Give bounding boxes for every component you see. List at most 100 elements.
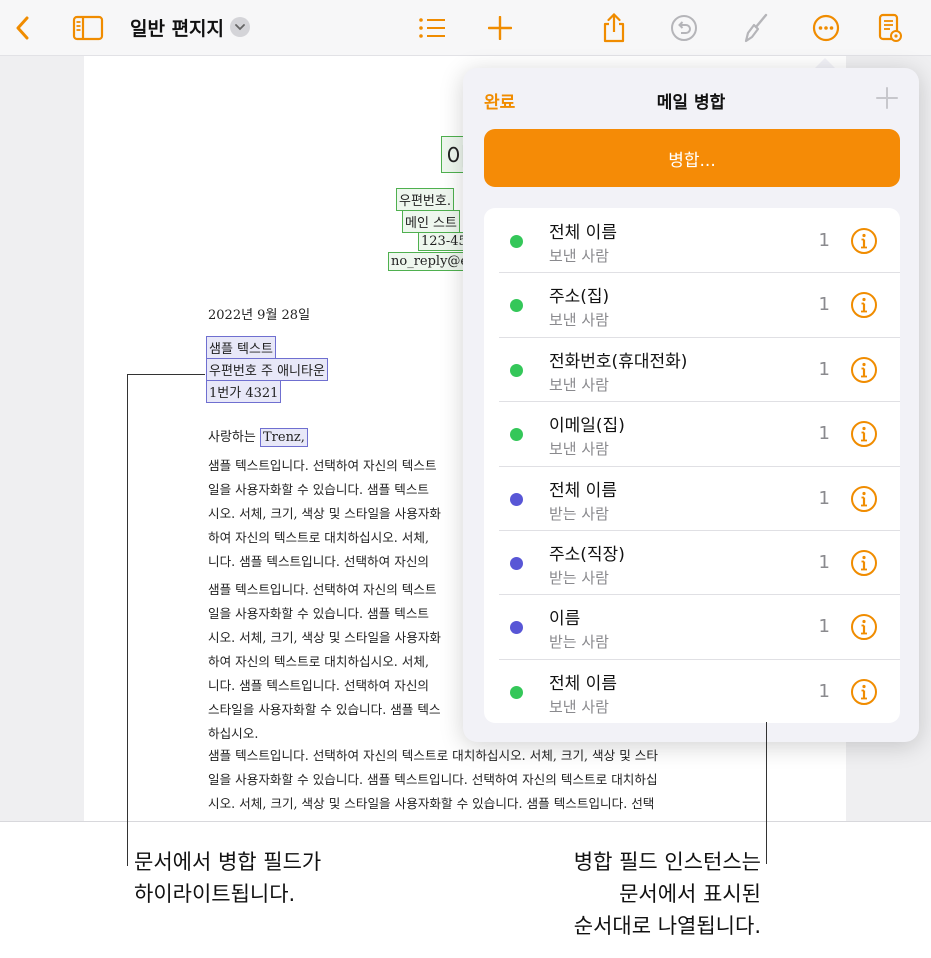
title-menu-button[interactable] <box>230 17 250 37</box>
merge-field-row[interactable]: 전체 이름받는 사람 1 <box>484 465 900 530</box>
field-count: 1 <box>818 294 830 316</box>
merge-field-row[interactable]: 전체 이름 보낸 사람 1 <box>484 658 900 723</box>
format-brush-button[interactable] <box>738 10 774 46</box>
body-paragraph[interactable]: 샘플 텍스트입니다. 선택하여 자신의 텍스트로 대치하십시오. 서체, 크기,… <box>208 744 728 821</box>
field-count: 1 <box>818 358 830 380</box>
field-status-dot <box>510 492 523 506</box>
field-name: 전화번호(휴대전화) <box>549 351 688 372</box>
done-button[interactable]: 완료 <box>484 88 515 113</box>
field-count: 1 <box>818 551 830 573</box>
field-status-dot <box>510 299 523 313</box>
more-button[interactable] <box>808 10 844 46</box>
info-button[interactable] <box>850 485 878 513</box>
field-source: 보낸 사람 <box>549 375 609 394</box>
field-source: 받는 사람 <box>549 568 609 587</box>
field-count: 1 <box>818 680 830 702</box>
merge-field-row[interactable]: 주소(집) 보낸 사람 1 <box>484 272 900 336</box>
field-count: 1 <box>818 616 830 638</box>
field-source: 보낸 사람 <box>549 697 609 716</box>
merge-field-recipient-address[interactable]: 우편번호 주 애니타운 <box>206 358 328 381</box>
caption-line: 문서에서 표시된 <box>619 882 761 906</box>
plus-icon <box>488 16 512 40</box>
merge-field-row[interactable]: 이름받는 사람 1 <box>484 594 900 658</box>
merge-field-row[interactable]: 이메일(집) 보낸 사람 1 <box>484 401 900 465</box>
field-source: 보낸 사람 <box>549 440 609 459</box>
info-button[interactable] <box>850 356 878 384</box>
field-status-dot <box>510 363 523 377</box>
info-icon <box>851 356 877 383</box>
merge-field-recipient-name[interactable]: 샘플 텍스트 <box>206 336 276 359</box>
document-title[interactable]: 일반 편지지 <box>130 14 224 41</box>
format-list-button[interactable] <box>414 10 450 46</box>
callout-line-left <box>127 374 128 866</box>
merge-field-row[interactable]: 전화번호(휴대전화) 보낸 사람 1 <box>484 336 900 401</box>
sidebar-button[interactable] <box>70 10 106 46</box>
info-icon <box>851 549 877 576</box>
field-status-dot <box>510 685 523 699</box>
field-status-dot <box>510 621 523 635</box>
merge-field-sender-address[interactable]: 우편번호. <box>396 188 454 211</box>
field-status-dot <box>510 235 523 248</box>
field-source: 받는 사람 <box>549 633 609 652</box>
back-button[interactable] <box>4 10 40 46</box>
merge-field-sender-phone[interactable]: 123-45 <box>418 232 470 251</box>
field-source: 보낸 사람 <box>549 311 609 330</box>
greeting-text: 사랑하는 <box>208 430 260 445</box>
merge-field-recipient-first-name[interactable]: Trenz, <box>259 428 308 447</box>
merge-field-sender-email[interactable]: no_reply@e <box>388 252 472 271</box>
merge-field-row[interactable]: 전체 이름 보낸 사람 1 <box>484 208 900 272</box>
field-name: 전체 이름 <box>549 480 617 501</box>
add-field-button[interactable] <box>875 86 899 110</box>
undo-icon <box>671 15 697 41</box>
pages-window: 일반 편지지 이 우편번호. 메인 스트 123-45 no_reply@e 2… <box>0 0 931 822</box>
field-count: 1 <box>818 487 830 509</box>
plus-icon <box>876 87 898 109</box>
greeting: 사랑하는 Trenz, <box>208 426 308 447</box>
info-button[interactable] <box>850 678 878 706</box>
reading-view-button[interactable] <box>872 10 908 46</box>
info-icon <box>851 614 877 641</box>
info-icon <box>851 228 877 254</box>
mail-merge-popover: 메일 병합 완료 병합... 전체 이름 보낸 사람 1 주소(집) 보낸 사람 1 전화번… <box>463 68 919 742</box>
chevron-down-icon <box>235 23 245 30</box>
info-icon <box>851 421 877 448</box>
toolbar: 일반 편지지 <box>0 0 931 56</box>
insert-button[interactable] <box>482 10 518 46</box>
field-source: 받는 사람 <box>549 504 609 523</box>
info-button[interactable] <box>850 613 878 641</box>
info-icon <box>851 485 877 512</box>
share-button[interactable] <box>596 10 632 46</box>
callout-line-left-tick <box>127 374 205 375</box>
more-icon <box>812 14 840 42</box>
merge-field-recipient-street[interactable]: 1번가 4321 <box>206 380 282 403</box>
field-status-dot <box>510 428 523 442</box>
field-name: 주소(집) <box>549 287 610 308</box>
callout-line-right <box>766 722 767 864</box>
back-chevron-icon <box>16 16 29 40</box>
merge-field-row[interactable]: 주소(직장) 받는 사람 1 <box>484 529 900 594</box>
field-name: 이름 <box>549 609 581 630</box>
letter-date: 2022년 9월 28일 <box>208 308 311 323</box>
info-icon <box>851 292 877 319</box>
info-button[interactable] <box>850 549 878 577</box>
caption-left: 문서에서 병합 필드가 하이라이트됩니다. <box>134 846 321 910</box>
caption-line: 순서대로 나열됩니다. <box>573 914 761 938</box>
brush-icon <box>744 13 768 43</box>
merge-button[interactable]: 병합... <box>484 129 900 187</box>
merge-field-list: 전체 이름 보낸 사람 1 주소(집) 보낸 사람 1 전화번호(휴대전화) 보낸 사람 1 이메… <box>484 208 900 724</box>
caption-line: 병합 필드 인스턴스는 <box>573 850 761 874</box>
info-button[interactable] <box>850 420 878 448</box>
info-button[interactable] <box>850 291 878 319</box>
reading-view-icon <box>878 13 902 42</box>
field-status-dot <box>510 556 523 570</box>
share-icon <box>603 13 625 43</box>
undo-button[interactable] <box>666 10 702 46</box>
caption-line: 하이라이트됩니다. <box>134 882 296 906</box>
caption-right: 병합 필드 인스턴스는 문서에서 표시된 순서대로 나열됩니다. <box>574 846 761 942</box>
caption-line: 문서에서 병합 필드가 <box>134 850 322 874</box>
info-button[interactable] <box>850 227 878 255</box>
field-count: 1 <box>818 423 830 445</box>
field-name: 이메일(집) <box>549 416 625 437</box>
merge-field-sender-street[interactable]: 메인 스트 <box>402 210 460 233</box>
list-icon <box>419 18 445 38</box>
